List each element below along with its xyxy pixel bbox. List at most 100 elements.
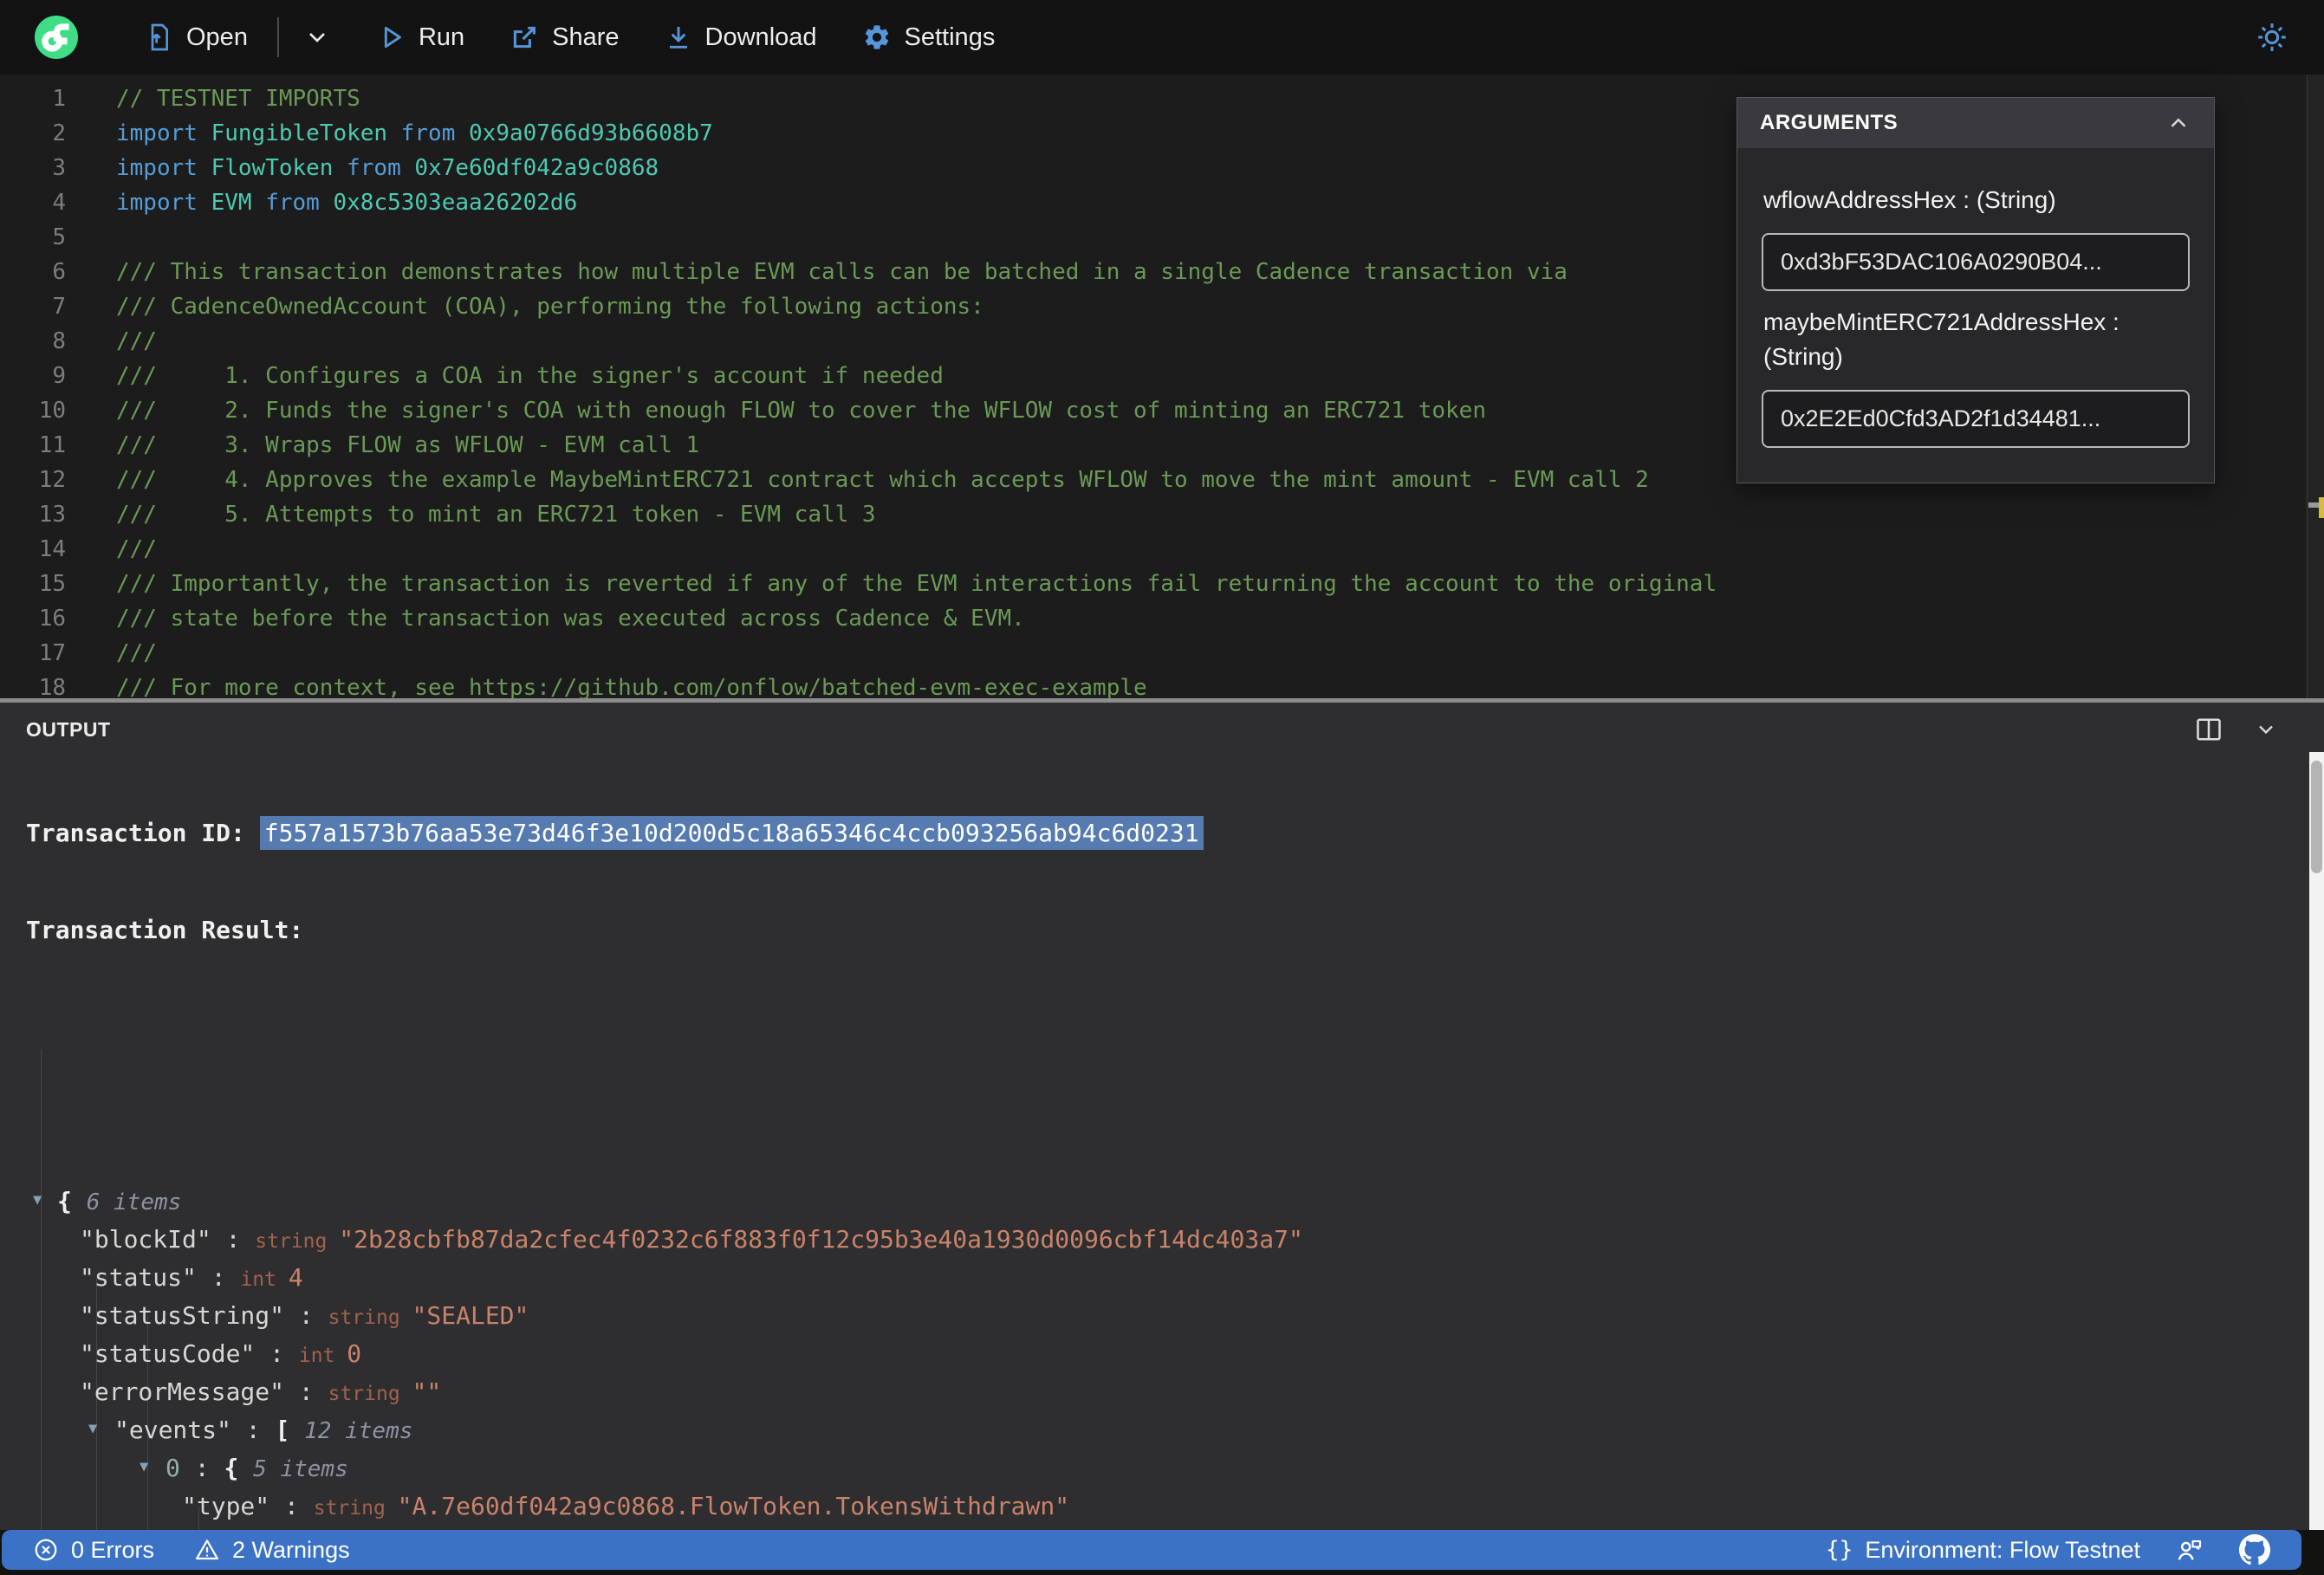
argument-label-maybemint: maybeMintERC721AddressHex : (String) (1763, 308, 2120, 370)
theme-toggle-button[interactable] (2255, 20, 2289, 55)
run-button[interactable]: Run (378, 23, 464, 52)
line-number: 8 (52, 328, 66, 354)
open-button[interactable]: Open (146, 22, 248, 53)
line-number: 2 (52, 120, 66, 146)
line-number: 5 (52, 224, 66, 250)
sun-icon (2258, 23, 2286, 51)
code-link[interactable]: https://github.com/onflow/batched-evm-ex… (469, 675, 1147, 698)
error-icon (35, 1539, 57, 1561)
chevron-up-icon[interactable] (2165, 110, 2191, 136)
errors-label: 0 Errors (71, 1536, 155, 1563)
json-tree-row: ▼ 0 : { 5 items (0, 1449, 2324, 1488)
download-button[interactable]: Download (665, 23, 817, 52)
split-panel-button[interactable] (2196, 717, 2222, 742)
chevron-down-icon (2259, 725, 2273, 735)
gear-icon (865, 25, 888, 49)
split-panel-icon (2197, 718, 2221, 741)
code-line: 15/// Importantly, the transaction is re… (0, 567, 2324, 601)
output-body: Transaction ID: f557a1573b76aa53e73d46f3… (0, 744, 2324, 1530)
output-header: OUTPUT (0, 703, 2324, 744)
json-tree-row: "statusCode" : int 0 (80, 1339, 362, 1368)
github-icon (2239, 1534, 2270, 1565)
line-number: 1 (52, 86, 66, 112)
line-number: 6 (52, 259, 66, 285)
json-tree-row: "blockId" : string "2b28cbfb87da2cfec4f0… (80, 1225, 1303, 1254)
line-number: 12 (38, 467, 66, 493)
environment-status[interactable]: {} Environment: Flow Testnet (1826, 1537, 2140, 1564)
code-line: 16/// state before the transaction was e… (0, 601, 2324, 636)
transaction-id-line: Transaction ID: f557a1573b76aa53e73d46f3… (26, 813, 2324, 853)
share-icon (513, 26, 536, 49)
output-panel: OUTPUT Transaction ID: f557a1573b76aa53e… (0, 703, 2324, 1530)
code-line: 13/// 5. Attempts to mint an ERC721 toke… (0, 497, 2324, 532)
editor-overview-ruler[interactable] (2307, 75, 2324, 698)
line-number: 10 (38, 398, 66, 424)
json-tree-row: ▼{ 6 items (0, 1183, 2324, 1221)
output-scrollbar-thumb[interactable] (2311, 761, 2322, 873)
argument-label-wflow: wflowAddressHex : (String) (1763, 186, 2056, 213)
toolbar-separator (276, 17, 279, 57)
line-number: 14 (38, 536, 66, 562)
environment-label: Environment: Flow Testnet (1865, 1536, 2140, 1563)
warnings-label: 2 Warnings (232, 1536, 350, 1563)
feedback-button[interactable] (2175, 1535, 2204, 1565)
open-menu-button[interactable] (303, 23, 331, 51)
json-tree-row: "status" : int 4 (80, 1263, 303, 1292)
json-tree-row: "errorMessage" : string "" (80, 1377, 442, 1406)
run-label: Run (418, 23, 465, 51)
run-icon (384, 26, 401, 49)
transaction-id-value: f557a1573b76aa53e73d46f3e10d200d5c18a653… (259, 816, 1204, 850)
toolbar: Open Run Share Download Settings (0, 0, 2324, 75)
open-label: Open (186, 23, 248, 51)
arguments-panel: ARGUMENTS wflowAddressHex : (String) may… (1737, 97, 2215, 483)
json-tree-row: "statusString" : string "SEALED" (80, 1301, 529, 1330)
output-scrollbar-track[interactable] (2309, 752, 2324, 1575)
warning-icon (196, 1539, 219, 1560)
braces-icon: {} (1826, 1537, 1853, 1563)
collapse-toggle-icon[interactable]: ▼ (33, 1181, 42, 1219)
download-icon (669, 27, 687, 49)
code-line: 17/// (0, 636, 2324, 671)
json-tree: ▼{ 6 items "blockId" : string "2b28cbfb87… (0, 1011, 2324, 1530)
download-label: Download (704, 23, 817, 51)
chevron-down-icon (309, 33, 325, 42)
line-number: 13 (38, 502, 66, 528)
share-label: Share (552, 23, 620, 51)
arguments-header[interactable]: ARGUMENTS (1737, 98, 2214, 148)
line-number: 3 (52, 155, 66, 181)
errors-status[interactable]: 0 Errors (33, 1537, 154, 1564)
warnings-status[interactable]: 2 Warnings (194, 1537, 350, 1564)
json-tree-row: "type" : string "A.7e60df042a9c0868.Flow… (182, 1492, 1070, 1520)
feedback-icon (2178, 1540, 2202, 1560)
line-number: 15 (38, 571, 66, 597)
line-number: 7 (52, 294, 66, 320)
line-number: 4 (52, 190, 66, 216)
line-number: 9 (52, 363, 66, 389)
transaction-id-label: Transaction ID: (26, 819, 260, 847)
flow-runner-app: Open Run Share Download Settings 1 // TE… (0, 0, 2324, 1575)
warning-marker (2319, 497, 2324, 518)
argument-input-wflow[interactable] (1762, 233, 2190, 291)
output-title: OUTPUT (26, 717, 111, 741)
flow-logo[interactable] (35, 16, 78, 59)
arguments-body: wflowAddressHex : (String) maybeMintERC7… (1737, 148, 2214, 483)
open-file-icon (151, 23, 168, 51)
argument-input-maybemint[interactable] (1762, 390, 2190, 448)
github-button[interactable] (2239, 1534, 2270, 1565)
line-number: 18 (38, 675, 66, 698)
line-number: 11 (38, 432, 66, 458)
arguments-title: ARGUMENTS (1760, 111, 1899, 134)
share-button[interactable]: Share (510, 23, 620, 52)
transaction-result-label: Transaction Result: (26, 916, 304, 944)
settings-label: Settings (904, 23, 996, 51)
collapse-toggle-icon[interactable]: ▼ (140, 1448, 148, 1486)
collapse-output-button[interactable] (2253, 717, 2279, 742)
collapse-toggle-icon[interactable]: ▼ (88, 1410, 97, 1448)
line-number: 17 (38, 640, 66, 666)
settings-button[interactable]: Settings (862, 23, 996, 52)
line-number: 16 (38, 606, 66, 632)
json-tree-row: ▼ "events" : [ 12 items (0, 1411, 2324, 1449)
code-line: 18/// For more context, see https://gith… (0, 671, 2324, 698)
status-bar: 0 Errors 2 Warnings {} Environment: Flow… (2, 1530, 2301, 1570)
code-line: 14/// (0, 532, 2324, 567)
